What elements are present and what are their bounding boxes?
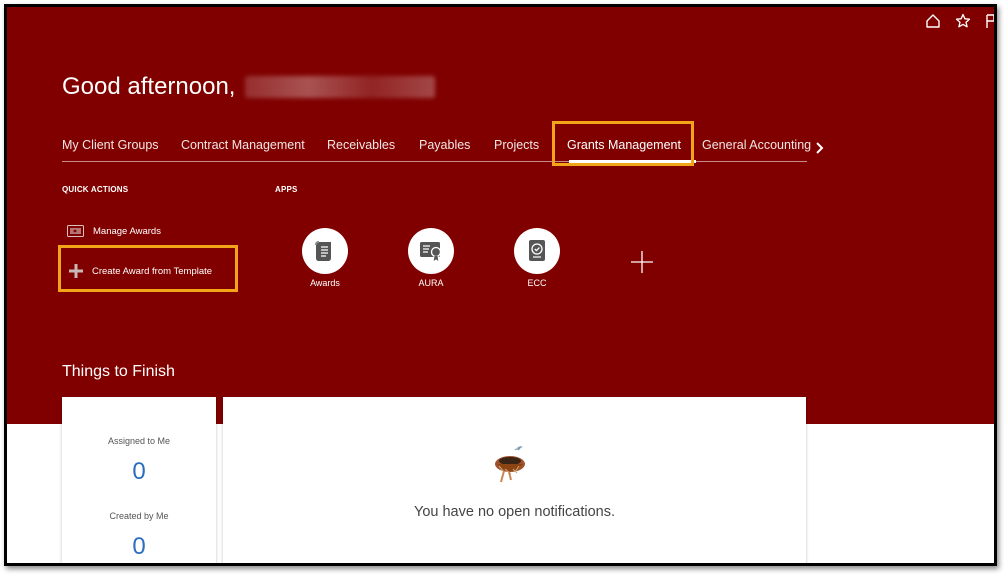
- quick-actions-heading: QUICK ACTIONS: [62, 185, 129, 194]
- task-summary-card: Assigned to Me 0 Created by Me 0: [62, 397, 216, 563]
- tab-payables[interactable]: Payables: [419, 138, 470, 152]
- global-header-icons: [925, 13, 994, 29]
- greeting: Good afternoon,: [62, 73, 436, 101]
- tab-general-accounting[interactable]: General Accounting: [702, 138, 811, 152]
- redacted-user-name: [245, 76, 436, 98]
- quick-action-manage-awards[interactable]: Manage Awards: [67, 225, 161, 237]
- tab-contract-management[interactable]: Contract Management: [181, 138, 305, 152]
- assigned-to-me-label: Assigned to Me: [107, 436, 171, 446]
- no-notifications-message: You have no open notifications.: [413, 504, 615, 520]
- tab-receivables[interactable]: Receivables: [327, 138, 395, 152]
- home-banner: Good afternoon, My Client Groups Contrac…: [7, 7, 994, 424]
- home-icon[interactable]: [925, 13, 941, 29]
- navigation-tabs: My Client Groups Contract Management Rec…: [62, 133, 811, 163]
- empty-nest-icon: [491, 444, 533, 491]
- quick-action-label: Manage Awards: [93, 225, 161, 237]
- highlight-box-grants-management: [552, 121, 694, 166]
- scroll-icon: [302, 228, 348, 274]
- favorites-star-icon[interactable]: [955, 13, 971, 29]
- created-by-me-label: Created by Me: [109, 511, 169, 521]
- add-app-plus-icon[interactable]: [630, 250, 654, 279]
- apps-heading: APPS: [275, 185, 298, 194]
- app-window: Good afternoon, My Client Groups Contrac…: [4, 4, 997, 566]
- certificate-icon: [408, 228, 454, 274]
- app-awards[interactable]: Awards: [295, 228, 355, 288]
- things-to-finish-heading: Things to Finish: [62, 363, 175, 380]
- badge-document-icon: [514, 228, 560, 274]
- app-aura[interactable]: AURA: [401, 228, 461, 288]
- award-ticket-icon: [67, 225, 84, 237]
- notifications-card: You have no open notifications.: [223, 397, 806, 563]
- tab-my-client-groups[interactable]: My Client Groups: [62, 138, 159, 152]
- chevron-right-icon[interactable]: [815, 141, 825, 160]
- app-label: AURA: [418, 278, 444, 288]
- flag-icon[interactable]: [985, 13, 994, 29]
- app-ecc[interactable]: ECC: [507, 228, 567, 288]
- highlight-box-create-award: [58, 245, 238, 292]
- app-label: Awards: [310, 278, 340, 288]
- tab-projects[interactable]: Projects: [494, 138, 539, 152]
- created-by-me-count[interactable]: 0: [62, 533, 216, 561]
- assigned-to-me-count[interactable]: 0: [62, 458, 216, 486]
- app-label: ECC: [527, 278, 547, 288]
- greeting-text: Good afternoon,: [62, 73, 236, 100]
